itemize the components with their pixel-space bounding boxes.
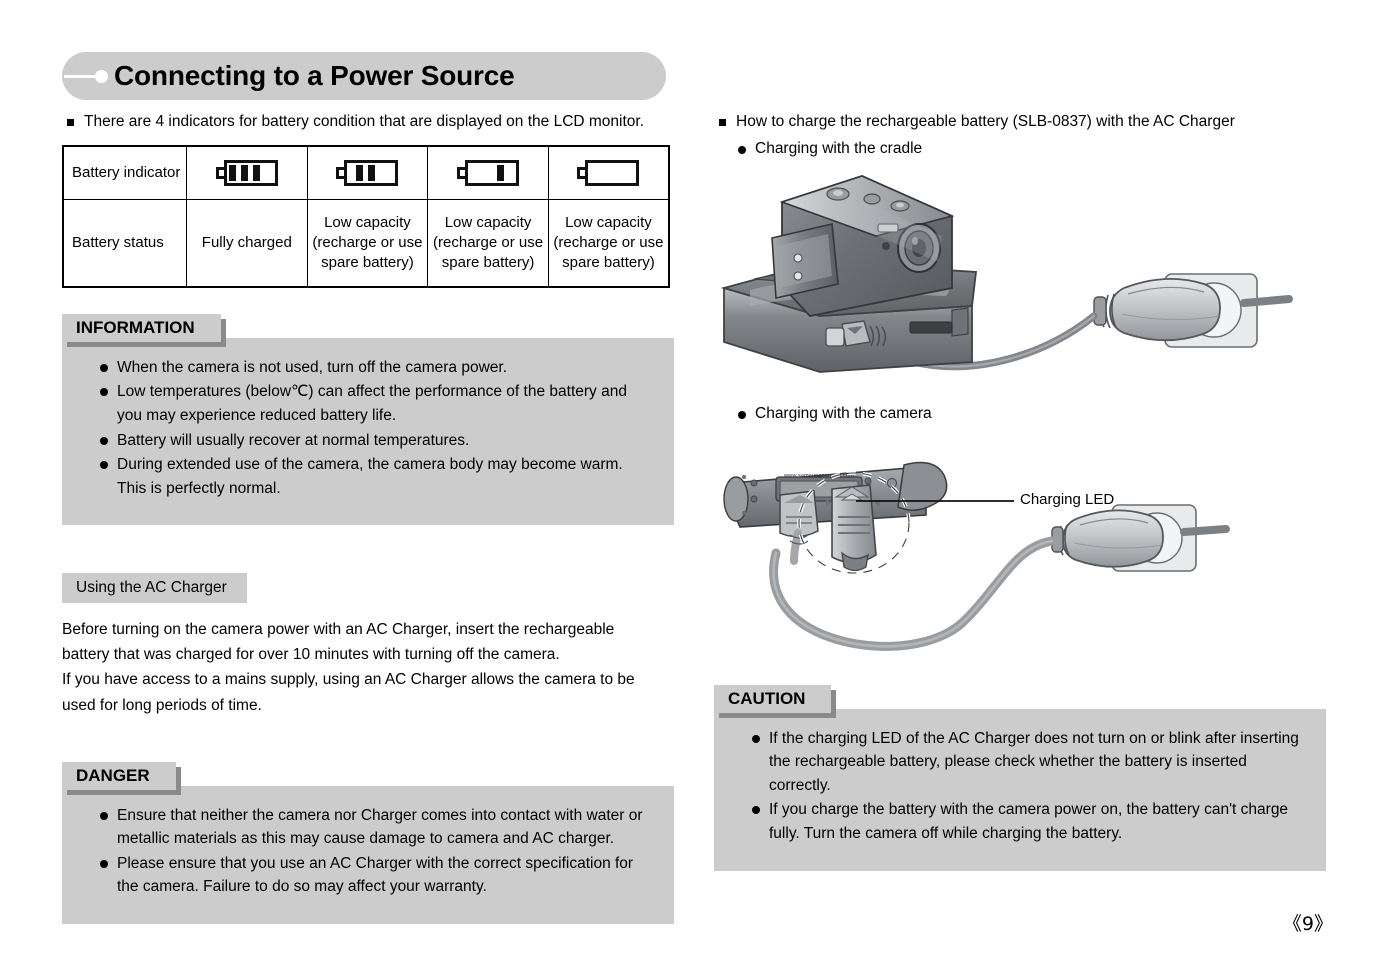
charge-battery-intro: How to charge the rechargeable battery (… [714, 112, 1326, 133]
information-list: When the camera is not used, turn off th… [82, 356, 654, 500]
battery-full-icon [215, 159, 278, 186]
battery-status-table: Battery indicator Battery status Fully c… [62, 144, 670, 288]
charge-battery-intro-text: How to charge the rechargeable battery (… [736, 113, 1235, 130]
battery-indicators-intro: There are 4 indicators for battery condi… [62, 112, 674, 133]
row-label-battery-indicator: Battery indicator [62, 145, 187, 200]
danger-callout: DANGER Ensure that neither the camera no… [62, 761, 674, 924]
camera-in-cradle-with-ac-adapter-illustration [720, 174, 1293, 373]
list-item: During extended use of the camera, the c… [82, 453, 654, 500]
battery-indicator-cell-3 [427, 145, 549, 200]
battery-one-bar-icon [457, 159, 520, 186]
list-item: Battery will usually recover at normal t… [82, 429, 654, 453]
row-label-battery-status: Battery status [62, 198, 187, 288]
battery-status-cell-4: Low capacity (recharge or use spare batter… [547, 198, 670, 288]
round-bullet-icon [738, 410, 746, 419]
caution-tag-label: CAUTION [714, 684, 832, 713]
caution-panel: If the charging LED of the AC Charger do… [714, 708, 1326, 871]
list-item: Ensure that neither the camera nor Charg… [82, 804, 654, 851]
battery-status-cell-2: Low capacity (recharge or use spare batter… [306, 198, 429, 288]
page-header-banner: Connecting to a Power Source [62, 52, 666, 100]
list-item: If the charging LED of the AC Charger do… [734, 727, 1306, 798]
information-panel: When the camera is not used, turn off th… [62, 337, 674, 526]
battery-indicator-cell-2 [306, 145, 429, 200]
camera-with-ac-adapter-illustration: www.samsungcamera.com [723, 461, 1230, 651]
battery-indicator-cell-1 [186, 145, 308, 200]
table-row-battery-status: Battery status Fully charged Low capacit… [62, 198, 670, 288]
battery-two-bars-icon [336, 159, 399, 186]
list-item-text: Ensure that neither the camera nor Charg… [117, 806, 643, 848]
round-bullet-icon [738, 145, 746, 154]
square-bullet-icon [719, 119, 726, 126]
round-bullet-icon [752, 806, 760, 815]
list-item-text: During extended use of the camera, the c… [117, 456, 623, 497]
caution-list: If the charging LED of the AC Charger do… [734, 727, 1306, 846]
round-bullet-icon [752, 734, 760, 743]
camera-illustration-wrapper: www.samsungcamera.com Charging LED [714, 437, 1326, 667]
round-bullet-icon [100, 388, 108, 397]
svg-text:www.samsungcamera.com: www.samsungcamera.com [783, 473, 854, 479]
charging-with-camera-label-row: Charging with the camera [738, 404, 1326, 425]
page-title: Connecting to a Power Source [114, 60, 515, 91]
list-item-text: Battery will usually recover at normal t… [117, 431, 470, 449]
using-ac-charger-heading: Using the AC Charger [62, 573, 247, 604]
battery-status-cell-1: Fully charged [186, 198, 308, 288]
square-bullet-icon [67, 119, 74, 126]
battery-indicators-intro-text: There are 4 indicators for battery condi… [84, 113, 645, 130]
danger-list: Ensure that neither the camera nor Charg… [82, 804, 654, 899]
left-column: There are 4 indicators for battery condi… [62, 112, 674, 924]
list-item-text: Please ensure that you use an AC Charger… [117, 854, 634, 896]
battery-empty-icon [577, 159, 640, 186]
battery-indicator-cell-4 [547, 145, 670, 200]
charging-led-annotation: Charging LED [1020, 490, 1115, 508]
round-bullet-icon [100, 363, 108, 372]
list-item: Low temperatures (below℃) can affect the… [82, 380, 654, 427]
list-item: Please ensure that you use an AC Charger… [82, 852, 654, 899]
right-column: How to charge the rechargeable battery (… [714, 112, 1326, 871]
cradle-illustration-wrapper [714, 166, 1326, 386]
list-item-text: Low temperatures (below℃) can affect the… [117, 383, 627, 425]
list-item-text: When the camera is not used, turn off th… [117, 358, 508, 376]
information-callout: INFORMATION When the camera is not used,… [62, 313, 674, 526]
charging-with-camera-label: Charging with the camera [755, 404, 932, 422]
using-ac-charger-paragraph: Before turning on the camera power with … [62, 621, 635, 714]
header-decoration-icon [62, 52, 114, 100]
information-tag-label: INFORMATION [62, 313, 221, 342]
list-item: If you charge the battery with the camer… [734, 798, 1306, 845]
list-item-text: If you charge the battery with the camer… [769, 801, 1289, 842]
round-bullet-icon [100, 859, 108, 868]
round-bullet-icon [100, 461, 108, 470]
list-item: When the camera is not used, turn off th… [82, 356, 654, 380]
table-row-battery-indicator: Battery indicator [62, 145, 670, 200]
charging-with-cradle-label: Charging with the cradle [755, 139, 923, 157]
list-item-text: If the charging LED of the AC Charger do… [769, 729, 1299, 794]
page-number: 《9》 [1282, 913, 1333, 935]
danger-panel: Ensure that neither the camera nor Charg… [62, 785, 674, 924]
battery-status-cell-3: Low capacity (recharge or use spare batter… [427, 198, 549, 288]
round-bullet-icon [100, 811, 108, 820]
round-bullet-icon [100, 436, 108, 445]
charging-with-cradle-label-row: Charging with the cradle [738, 139, 1326, 160]
danger-tag-label: DANGER [62, 761, 176, 790]
caution-callout: CAUTION If the charging LED of the AC Ch… [714, 684, 1326, 871]
